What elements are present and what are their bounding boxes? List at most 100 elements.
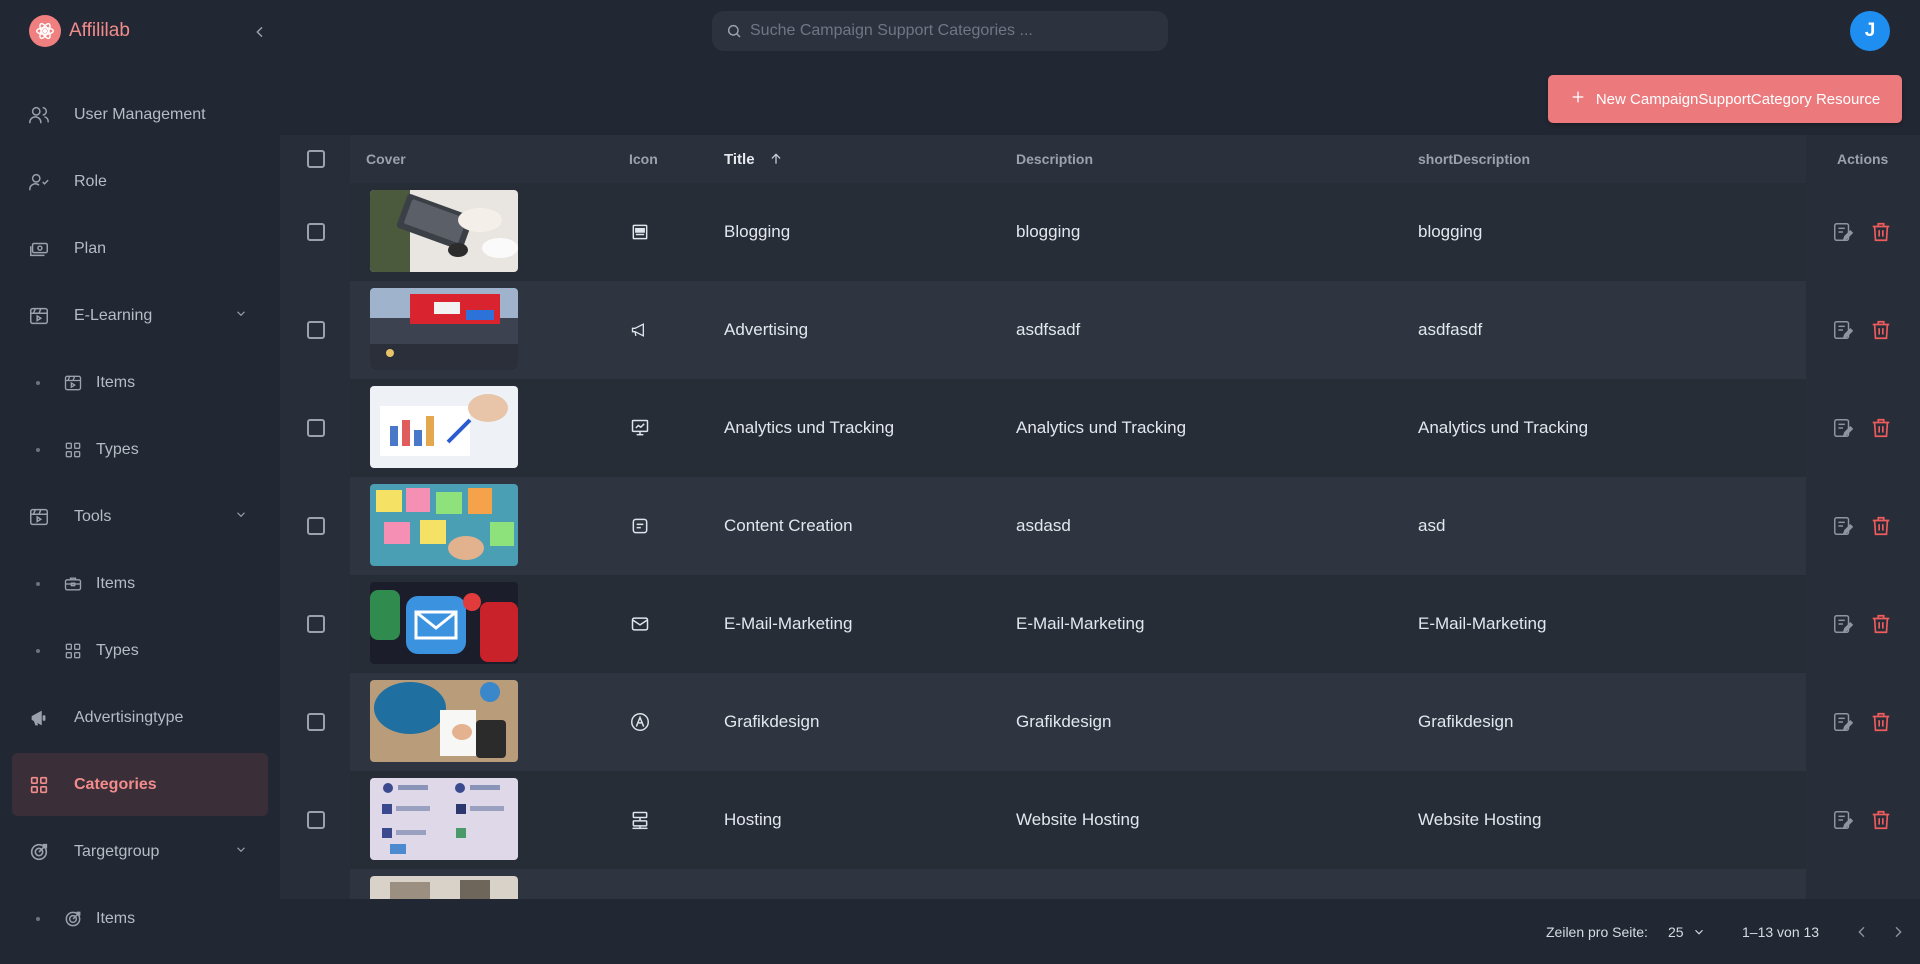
row-checkbox[interactable] xyxy=(307,419,325,437)
cell-title: E-Mail-Marketing xyxy=(724,614,853,633)
table-row[interactable]: Hosting Website Hosting Website Hosting xyxy=(280,771,1920,869)
trash-icon[interactable] xyxy=(1870,515,1892,537)
table-row[interactable]: Content Creation asdasd asd xyxy=(280,477,1920,575)
sidebar-item-plan[interactable]: Plan xyxy=(0,215,280,282)
trash-icon[interactable] xyxy=(1870,319,1892,341)
mail-icon xyxy=(625,575,655,673)
cell-short-description: Grafikdesign xyxy=(1418,712,1514,731)
sidebar-item-role[interactable]: Role xyxy=(0,148,280,215)
row-checkbox[interactable] xyxy=(307,517,325,535)
bullet xyxy=(36,916,40,921)
table-row[interactable]: Analytics und Tracking Analytics und Tra… xyxy=(280,379,1920,477)
row-checkbox[interactable] xyxy=(307,223,325,241)
table-row[interactable]: E-Mail-Marketing E-Mail-Marketing E-Mail… xyxy=(280,575,1920,673)
video-icon xyxy=(62,372,84,394)
edit-icon[interactable] xyxy=(1832,515,1854,537)
trash-icon[interactable] xyxy=(1870,809,1892,831)
cell-title: Grafikdesign xyxy=(724,712,820,731)
sidebar-item-label: Items xyxy=(96,909,136,927)
cover-image xyxy=(370,876,518,899)
row-checkbox[interactable] xyxy=(307,713,325,731)
brand[interactable]: Affililab xyxy=(29,15,130,47)
table-row[interactable]: Blogging blogging blogging xyxy=(280,183,1920,281)
table-row[interactable] xyxy=(280,869,1920,899)
bullet xyxy=(36,648,40,653)
chevron-down-icon xyxy=(234,842,248,861)
sidebar-item-user-management[interactable]: User Management xyxy=(0,81,280,148)
table-row[interactable]: Grafikdesign Grafikdesign Grafikdesign xyxy=(280,673,1920,771)
table-header: Cover Icon Title Description shortDescri… xyxy=(280,135,1920,183)
row-checkbox[interactable] xyxy=(307,811,325,829)
cell-short-description: blogging xyxy=(1418,222,1483,241)
edit-icon[interactable] xyxy=(1832,613,1854,635)
presentation-chart-icon xyxy=(625,379,655,477)
trash-icon[interactable] xyxy=(1870,417,1892,439)
edit-icon[interactable] xyxy=(1832,711,1854,733)
edit-icon[interactable] xyxy=(1832,809,1854,831)
cell-description: asdfsadf xyxy=(1016,320,1081,339)
search-input[interactable] xyxy=(750,11,1150,51)
sidebar-item-targetgroup[interactable]: Targetgroup xyxy=(0,818,280,885)
sidebar-item-elearning-types[interactable]: Types xyxy=(0,416,280,483)
grid-icon xyxy=(62,439,84,461)
trash-icon[interactable] xyxy=(1870,711,1892,733)
column-header-title[interactable]: Title xyxy=(724,135,783,183)
cell-description: blogging xyxy=(1016,222,1081,241)
row-checkbox[interactable] xyxy=(307,321,325,339)
app-name: Affililab xyxy=(69,20,130,41)
collapse-sidebar-button[interactable] xyxy=(246,18,274,46)
grid-icon xyxy=(28,774,50,796)
data-table: Cover Icon Title Description shortDescri… xyxy=(280,135,1920,899)
column-header-title-label: Title xyxy=(724,150,755,168)
bullet xyxy=(36,447,40,452)
cover-image xyxy=(370,484,518,566)
sidebar-item-tools[interactable]: Tools xyxy=(0,483,280,550)
column-header-icon[interactable]: Icon xyxy=(629,135,658,183)
target-icon xyxy=(62,908,84,930)
sidebar-item-targetgroup-items[interactable]: Items xyxy=(0,885,280,952)
megaphone-icon xyxy=(28,707,50,729)
sidebar-nav: User Management Role Plan E-Learning Ite… xyxy=(0,81,280,952)
user-avatar[interactable]: J xyxy=(1850,11,1890,51)
target-icon xyxy=(28,841,50,863)
sidebar-item-categories[interactable]: Categories xyxy=(12,753,268,816)
sidebar-item-advertisingtype[interactable]: Advertisingtype xyxy=(0,684,280,751)
previous-page-button[interactable] xyxy=(1854,900,1870,964)
new-resource-label: New CampaignSupportCategory Resource xyxy=(1595,90,1881,108)
cell-short-description: Website Hosting xyxy=(1418,810,1542,829)
chevron-left-icon xyxy=(1854,924,1870,940)
server-icon xyxy=(625,771,655,869)
sidebar-item-tools-items[interactable]: Items xyxy=(0,550,280,617)
cell-title: Advertising xyxy=(724,320,809,339)
bullet xyxy=(36,380,40,385)
edit-icon[interactable] xyxy=(1832,319,1854,341)
column-header-cover[interactable]: Cover xyxy=(366,135,406,183)
new-resource-button[interactable]: New CampaignSupportCategory Resource xyxy=(1548,75,1902,123)
sidebar-item-elearning-items[interactable]: Items xyxy=(0,349,280,416)
sidebar-item-e-learning[interactable]: E-Learning xyxy=(0,282,280,349)
article-icon xyxy=(625,183,655,281)
next-page-button[interactable] xyxy=(1890,900,1906,964)
cell-description: asdasd xyxy=(1016,516,1071,535)
cover-image xyxy=(370,288,518,370)
trash-icon[interactable] xyxy=(1870,613,1892,635)
rows-per-page-select[interactable]: 25 xyxy=(1668,900,1706,964)
sidebar-item-label: E-Learning xyxy=(74,306,153,324)
video-icon xyxy=(28,506,50,528)
cell-description: Analytics und Tracking xyxy=(1016,418,1187,437)
chevron-down-icon xyxy=(234,306,248,325)
column-header-actions: Actions xyxy=(1837,151,1889,167)
select-all-checkbox[interactable] xyxy=(307,150,325,168)
cell-short-description: asd xyxy=(1418,516,1446,535)
column-header-description[interactable]: Description xyxy=(1016,135,1093,183)
trash-icon[interactable] xyxy=(1870,221,1892,243)
sidebar-item-label: Types xyxy=(96,440,139,458)
sidebar-item-tools-types[interactable]: Types xyxy=(0,617,280,684)
column-header-short-description[interactable]: shortDescription xyxy=(1418,135,1530,183)
row-checkbox[interactable] xyxy=(307,615,325,633)
table-row[interactable]: Advertising asdfsadf asdfasdf xyxy=(280,281,1920,379)
edit-icon[interactable] xyxy=(1832,417,1854,439)
search-bar[interactable] xyxy=(712,11,1168,51)
edit-icon[interactable] xyxy=(1832,221,1854,243)
plus-icon xyxy=(1570,89,1586,109)
